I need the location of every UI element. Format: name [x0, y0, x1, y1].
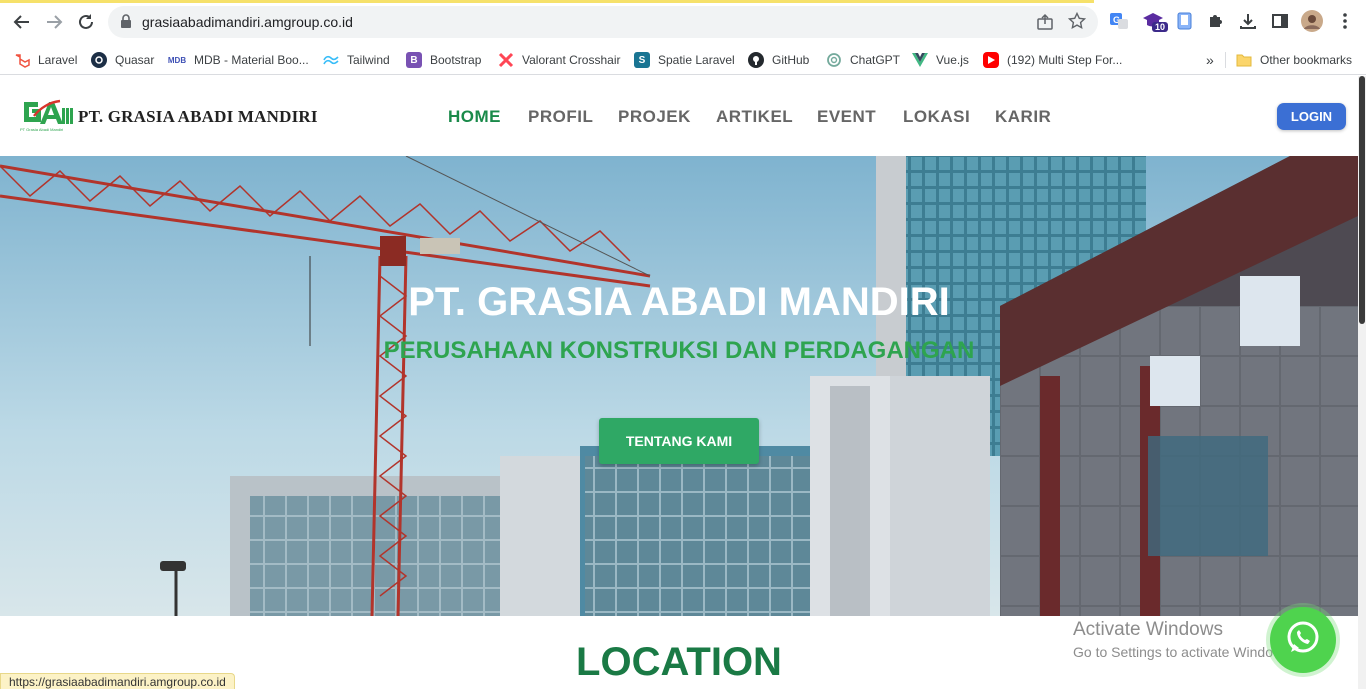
more-bookmarks-chevron[interactable]: »: [1206, 49, 1214, 71]
nav-projek[interactable]: PROJEK: [618, 107, 691, 127]
extensions-puzzle-icon[interactable]: [1205, 10, 1227, 32]
bookmark-vue[interactable]: Vue.js: [912, 49, 969, 71]
bookmark-quasar[interactable]: Quasar: [91, 49, 154, 71]
github-icon: [748, 52, 764, 68]
clipboard-extension-icon[interactable]: [1174, 10, 1196, 32]
hero-subtitle: PERUSAHAAN KONSTRUKSI DAN PERDAGANGAN: [383, 337, 975, 364]
laravel-icon: [14, 52, 30, 68]
activate-windows-watermark: Activate Windows Go to Settings to activ…: [1073, 619, 1294, 660]
bookmark-youtube[interactable]: (192) Multi Step For...: [983, 49, 1122, 71]
bookmark-mdb[interactable]: MDB MDB - Material Boo...: [168, 49, 309, 71]
url-text[interactable]: grasiaabadimandiri.amgroup.co.id: [142, 14, 353, 30]
lock-icon[interactable]: [120, 14, 132, 34]
bookmark-laravel[interactable]: Laravel: [14, 49, 77, 71]
hero-title: PT. GRASIA ABADI MANDIRI: [408, 280, 950, 324]
profile-avatar[interactable]: [1301, 10, 1323, 32]
bookmarks-divider: [1225, 52, 1226, 68]
chatgpt-icon: [826, 52, 842, 68]
mdb-icon: MDB: [167, 55, 187, 65]
bookmark-github[interactable]: GitHub: [748, 49, 809, 71]
whatsapp-button[interactable]: [1270, 607, 1336, 673]
about-us-button[interactable]: TENTANG KAMI: [599, 418, 759, 464]
hero-background-image: [0, 156, 1358, 616]
reload-icon[interactable]: [74, 10, 98, 34]
bookmark-valorant[interactable]: Valorant Crosshair: [498, 49, 620, 71]
brand-name: PT. GRASIA ABADI MANDIRI: [78, 107, 318, 126]
nav-artikel[interactable]: ARTIKEL: [716, 107, 793, 127]
back-icon[interactable]: [10, 10, 34, 34]
quasar-icon: [91, 52, 107, 68]
nav-karir[interactable]: KARIR: [995, 107, 1051, 127]
spatie-icon: S: [634, 52, 650, 68]
bookmark-chatgpt[interactable]: ChatGPT: [826, 49, 900, 71]
company-logo[interactable]: PT Grasia Abadi Mandiri: [20, 98, 74, 134]
youtube-icon: [983, 52, 999, 68]
browser-toolbar: grasiaabadimandiri.amgroup.co.id G 10: [0, 0, 1366, 44]
whatsapp-icon: [1283, 618, 1323, 663]
share-icon[interactable]: [1036, 13, 1054, 36]
other-bookmarks-folder[interactable]: Other bookmarks: [1236, 49, 1352, 71]
bookmark-star-icon[interactable]: [1067, 11, 1087, 35]
download-icon[interactable]: [1237, 10, 1259, 32]
login-button[interactable]: LOGIN: [1277, 103, 1346, 130]
side-panel-icon[interactable]: [1269, 10, 1291, 32]
scrollbar-thumb[interactable]: [1359, 76, 1365, 324]
address-bar[interactable]: grasiaabadimandiri.amgroup.co.id: [108, 6, 1098, 38]
graduation-extension-icon[interactable]: 10: [1142, 10, 1169, 32]
activate-windows-hint: Go to Settings to activate Windows.: [1073, 644, 1294, 660]
activate-windows-title: Activate Windows: [1073, 619, 1223, 640]
page-load-bar: [0, 0, 1094, 3]
site-header: PT Grasia Abadi Mandiri PT. GRASIA ABADI…: [0, 76, 1358, 156]
tailwind-icon: [323, 52, 339, 68]
translate-extension-icon[interactable]: G: [1108, 10, 1130, 32]
forward-icon[interactable]: [42, 10, 66, 34]
bookmark-bootstrap[interactable]: B Bootstrap: [406, 49, 481, 71]
page-scrollbar[interactable]: [1358, 76, 1366, 689]
bookmark-spatie[interactable]: S Spatie Laravel: [634, 49, 735, 71]
bookmark-tailwind[interactable]: Tailwind: [323, 49, 390, 71]
nav-lokasi[interactable]: LOKASI: [903, 107, 970, 127]
valorant-icon: [498, 52, 514, 68]
bootstrap-icon: B: [406, 52, 422, 68]
extension-badge: 10: [1152, 22, 1169, 32]
status-bar-url: https://grasiaabadimandiri.amgroup.co.id: [0, 673, 235, 689]
hero-banner: PT. GRASIA ABADI MANDIRI PERUSAHAAN KONS…: [0, 156, 1358, 616]
vue-icon: [912, 52, 928, 68]
nav-event[interactable]: EVENT: [817, 107, 876, 127]
logo-tagline: PT Grasia Abadi Mandiri: [20, 127, 64, 132]
bookmarks-bar: Laravel Quasar MDB MDB - Material Boo...…: [0, 44, 1366, 75]
nav-home[interactable]: HOME: [448, 107, 501, 127]
nav-profil[interactable]: PROFIL: [528, 107, 593, 127]
folder-icon: [1236, 52, 1252, 68]
more-menu-icon[interactable]: [1334, 10, 1356, 32]
